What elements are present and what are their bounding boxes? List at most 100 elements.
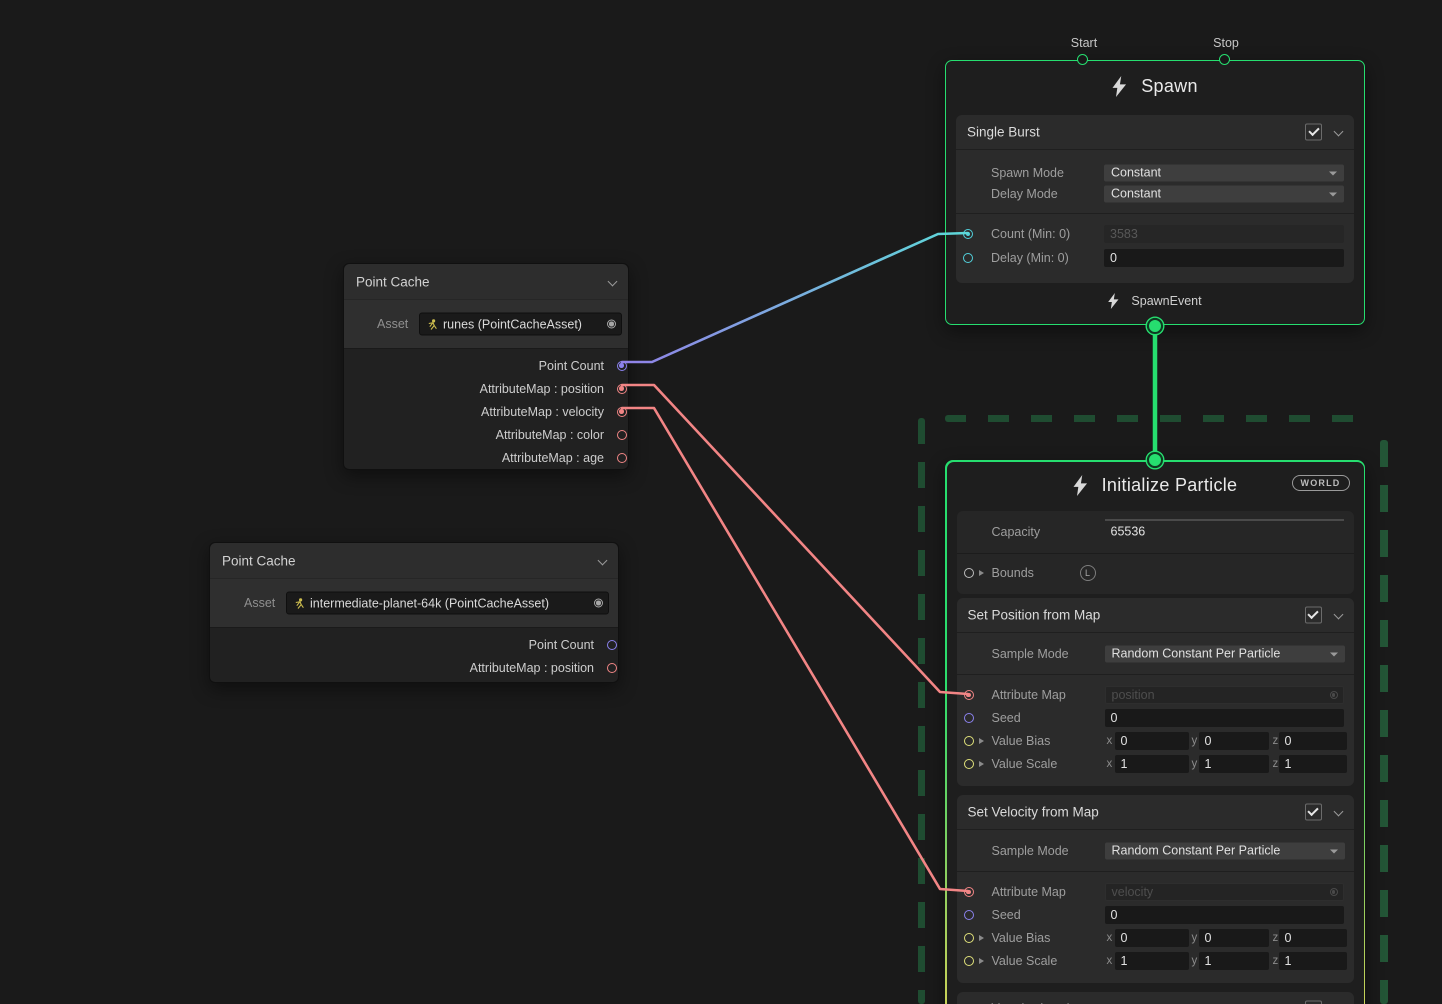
system-boundary-top — [945, 415, 1369, 422]
value-bias-y-field[interactable]: 0 — [1199, 732, 1269, 750]
point-cache-node-planet[interactable]: Point Cache Asset intermediate-planet-64… — [209, 542, 619, 683]
stop-flow-port[interactable] — [1219, 54, 1230, 65]
position-sphere-block[interactable]: Position (Sphere) — [957, 992, 1354, 1004]
count-field[interactable]: 3583 — [1104, 225, 1344, 243]
value-scale-z-field[interactable]: 1 — [1279, 755, 1347, 773]
point-cache-title: Point Cache — [222, 553, 296, 568]
value-bias-label: Value Bias — [992, 734, 1051, 748]
vfx-graph-canvas[interactable]: Start Stop Spawn Single Burst Spawn Mode — [0, 0, 1442, 1004]
set-velocity-from-map-block[interactable]: Set Velocity from Map Sample Mode Random… — [957, 795, 1354, 983]
value-bias-x-field[interactable]: 0 — [1115, 929, 1189, 947]
seed-label: Seed — [992, 908, 1021, 922]
value-scale-label: Value Scale — [992, 954, 1058, 968]
system-boundary-left — [918, 418, 925, 1004]
set-position-enabled-checkbox[interactable] — [1305, 606, 1322, 623]
sample-mode-dropdown[interactable]: Random Constant Per Particle — [1105, 842, 1345, 859]
set-velocity-collapse-icon[interactable] — [1334, 806, 1344, 816]
value-bias-expander-icon[interactable] — [979, 935, 984, 941]
value-scale-input-port[interactable] — [964, 956, 974, 966]
value-scale-x-field[interactable]: 1 — [1115, 952, 1189, 970]
value-scale-expander-icon[interactable] — [979, 761, 984, 767]
axis-y-label: y — [1192, 952, 1198, 970]
object-picker-icon[interactable] — [1330, 691, 1338, 699]
set-velocity-enabled-checkbox[interactable] — [1305, 803, 1322, 820]
seed-field[interactable]: 0 — [1105, 709, 1344, 727]
object-picker-icon[interactable] — [1330, 888, 1338, 896]
attribute-map-field[interactable]: position — [1105, 686, 1344, 704]
spawn-mode-dropdown[interactable]: Constant — [1104, 164, 1344, 181]
bounds-local-badge: L — [1080, 565, 1096, 581]
spawn-context-node[interactable]: Start Stop Spawn Single Burst Spawn Mode — [945, 60, 1365, 325]
value-bias-input-port[interactable] — [964, 933, 974, 943]
value-bias-input-port[interactable] — [964, 736, 974, 746]
sample-mode-dropdown[interactable]: Random Constant Per Particle — [1105, 645, 1345, 662]
point-cache-title: Point Cache — [356, 274, 430, 289]
asset-object-field[interactable]: runes (PointCacheAsset) — [419, 313, 622, 336]
seed-input-port[interactable] — [964, 713, 974, 723]
object-picker-icon[interactable] — [594, 599, 603, 608]
bounds-input-port[interactable] — [964, 568, 974, 578]
attributemap-position-output-port[interactable] — [617, 384, 627, 394]
initialize-title: Initialize Particle — [1102, 475, 1238, 496]
spawn-title: Spawn — [1141, 76, 1198, 97]
spawn-event-icon — [1108, 293, 1119, 309]
attribute-map-label: Attribute Map — [992, 885, 1066, 899]
attributemap-velocity-output-port[interactable] — [617, 407, 627, 417]
value-bias-y-field[interactable]: 0 — [1199, 929, 1269, 947]
point-count-output-port[interactable] — [617, 361, 627, 371]
set-position-from-map-block[interactable]: Set Position from Map Sample Mode Random… — [957, 598, 1354, 786]
context-settings-box: Capacity 65536 Bounds L — [957, 511, 1354, 594]
value-scale-input-port[interactable] — [964, 759, 974, 769]
delay-mode-dropdown[interactable]: Constant — [1104, 185, 1344, 202]
axis-z-label: z — [1273, 755, 1279, 773]
output-row: AttributeMap : position — [210, 656, 618, 679]
initialize-context-icon — [1073, 475, 1088, 496]
value-scale-y-field[interactable]: 1 — [1199, 755, 1269, 773]
sample-mode-label: Sample Mode — [992, 647, 1069, 661]
value-scale-x-field[interactable]: 1 — [1115, 755, 1189, 773]
axis-z-label: z — [1273, 952, 1279, 970]
set-position-collapse-icon[interactable] — [1334, 609, 1344, 619]
attribute-map-input-port[interactable] — [964, 690, 974, 700]
seed-field[interactable]: 0 — [1105, 906, 1344, 924]
seed-label: Seed — [992, 711, 1021, 725]
initialize-particle-context-node[interactable]: Initialize Particle WORLD Capacity 65536 — [945, 460, 1365, 1004]
bounds-expander-icon[interactable] — [979, 570, 984, 576]
start-flow-port[interactable] — [1077, 54, 1088, 65]
count-input-port[interactable] — [963, 229, 973, 239]
single-burst-block[interactable]: Single Burst Spawn Mode Constant Delay M… — [956, 115, 1354, 283]
value-scale-label: Value Scale — [992, 757, 1058, 771]
position-sphere-enabled-checkbox[interactable] — [1305, 1000, 1322, 1004]
spawn-context-icon — [1112, 76, 1127, 97]
point-cache-collapse-icon[interactable] — [598, 555, 608, 565]
value-bias-z-field[interactable]: 0 — [1279, 929, 1347, 947]
edge-pointcount-to-count[interactable] — [622, 233, 968, 362]
single-burst-collapse-icon[interactable] — [1334, 126, 1344, 136]
seed-input-port[interactable] — [964, 910, 974, 920]
pointcache-asset-icon — [293, 597, 305, 609]
attributemap-position-output-port[interactable] — [607, 663, 617, 673]
attribute-map-field[interactable]: velocity — [1105, 883, 1344, 901]
set-position-title: Set Position from Map — [968, 607, 1101, 622]
value-bias-x-field[interactable]: 0 — [1115, 732, 1189, 750]
point-cache-node-runes[interactable]: Point Cache Asset runes (PointCacheAsset… — [343, 263, 629, 470]
delay-field[interactable]: 0 — [1104, 249, 1344, 267]
value-bias-z-field[interactable]: 0 — [1279, 732, 1347, 750]
attributemap-color-output-port[interactable] — [617, 430, 627, 440]
delay-input-port[interactable] — [963, 253, 973, 263]
attribute-map-input-port[interactable] — [964, 887, 974, 897]
attributemap-age-output-port[interactable] — [617, 453, 627, 463]
value-scale-z-field[interactable]: 1 — [1279, 952, 1347, 970]
value-scale-y-field[interactable]: 1 — [1199, 952, 1269, 970]
asset-object-field[interactable]: intermediate-planet-64k (PointCacheAsset… — [286, 592, 609, 615]
single-burst-enabled-checkbox[interactable] — [1305, 124, 1322, 141]
object-picker-icon[interactable] — [607, 320, 616, 329]
value-scale-expander-icon[interactable] — [979, 958, 984, 964]
point-cache-collapse-icon[interactable] — [608, 276, 618, 286]
edge-velocity-to-attributemap[interactable] — [622, 408, 968, 891]
point-count-output-port[interactable] — [607, 640, 617, 650]
edge-position-to-attributemap[interactable] — [622, 385, 968, 694]
capacity-field[interactable]: 65536 — [1105, 520, 1344, 538]
space-badge[interactable]: WORLD — [1292, 475, 1350, 491]
value-bias-expander-icon[interactable] — [979, 738, 984, 744]
